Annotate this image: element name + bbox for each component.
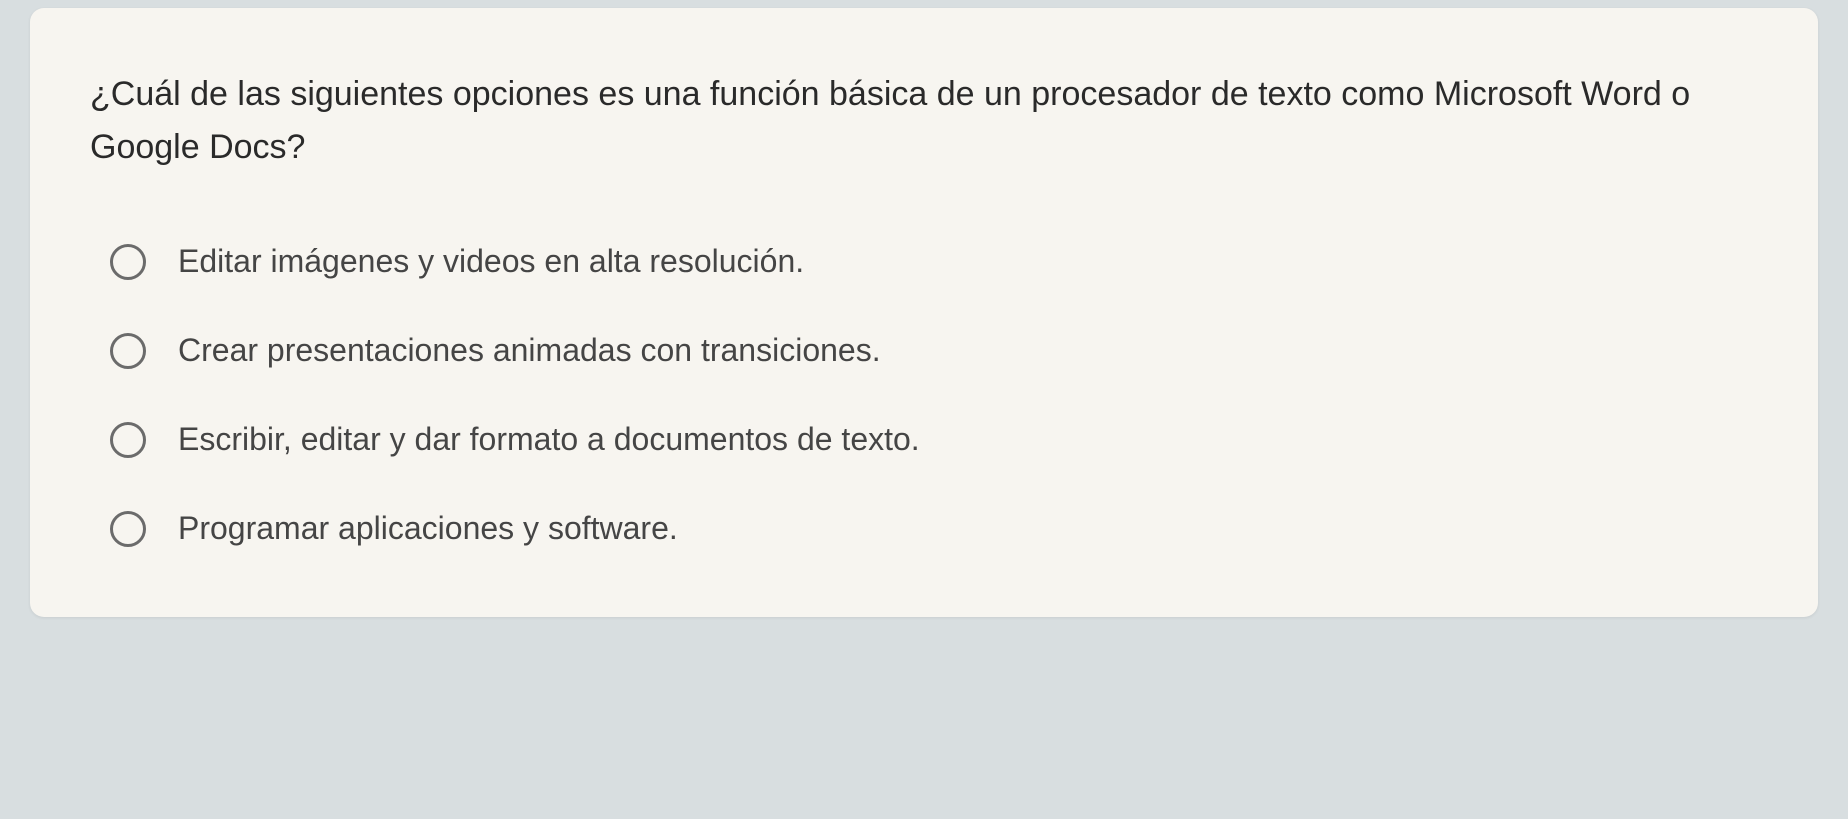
radio-icon[interactable] <box>110 333 146 369</box>
page-container: ¿Cuál de las siguientes opciones es una … <box>0 0 1848 819</box>
option-label: Editar imágenes y videos en alta resoluc… <box>178 243 804 280</box>
option-row[interactable]: Crear presentaciones animadas con transi… <box>110 332 1758 369</box>
radio-icon[interactable] <box>110 511 146 547</box>
question-text: ¿Cuál de las siguientes opciones es una … <box>90 68 1758 173</box>
option-row[interactable]: Escribir, editar y dar formato a documen… <box>110 421 1758 458</box>
question-card: ¿Cuál de las siguientes opciones es una … <box>30 8 1818 617</box>
option-row[interactable]: Editar imágenes y videos en alta resoluc… <box>110 243 1758 280</box>
option-row[interactable]: Programar aplicaciones y software. <box>110 510 1758 547</box>
option-label: Crear presentaciones animadas con transi… <box>178 332 881 369</box>
option-label: Programar aplicaciones y software. <box>178 510 678 547</box>
options-list: Editar imágenes y videos en alta resoluc… <box>90 243 1758 547</box>
radio-icon[interactable] <box>110 244 146 280</box>
radio-icon[interactable] <box>110 422 146 458</box>
option-label: Escribir, editar y dar formato a documen… <box>178 421 920 458</box>
